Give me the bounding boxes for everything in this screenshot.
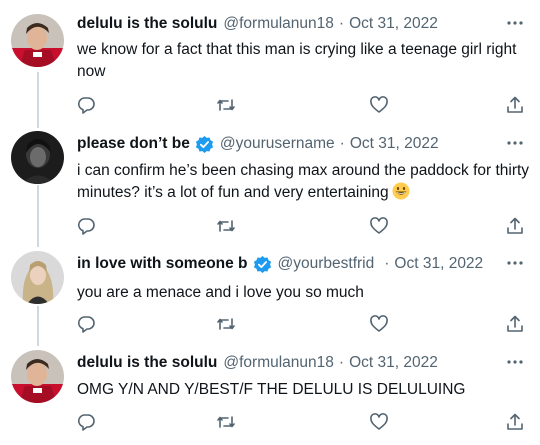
- tweet-actions: [0, 95, 540, 119]
- tweet-actions: [0, 216, 540, 240]
- user-handle[interactable]: @formulanun18: [223, 353, 334, 373]
- tweet-date[interactable]: Oct 31, 2022: [349, 14, 438, 34]
- reply-icon[interactable]: [76, 216, 96, 236]
- more-icon[interactable]: [506, 356, 524, 368]
- avatar[interactable]: [11, 14, 64, 67]
- like-icon[interactable]: [369, 412, 389, 432]
- user-handle[interactable]: @yourusername: [220, 134, 335, 154]
- retweet-icon[interactable]: [216, 314, 236, 334]
- tweet[interactable]: please don’t be @yourusername · Oct 31, …: [0, 131, 540, 246]
- share-icon[interactable]: [505, 314, 525, 334]
- grinning-face-emoji: [392, 182, 410, 200]
- user-handle[interactable]: @yourbestfrid: [278, 254, 375, 274]
- tweet-text-content: i can confirm he’s been chasing max arou…: [77, 162, 530, 201]
- share-icon[interactable]: [505, 95, 525, 115]
- tweet[interactable]: in love with someone b @yourbestfrid · O…: [0, 251, 540, 342]
- tweet-date[interactable]: Oct 31, 2022: [394, 254, 483, 274]
- more-icon[interactable]: [506, 257, 524, 269]
- avatar[interactable]: [11, 251, 64, 304]
- reply-icon[interactable]: [76, 95, 96, 115]
- retweet-icon[interactable]: [216, 95, 236, 115]
- more-icon[interactable]: [506, 17, 524, 29]
- display-name[interactable]: please don’t be: [77, 134, 190, 154]
- display-name[interactable]: delulu is the solulu: [77, 14, 217, 34]
- verified-badge-icon: [195, 135, 214, 154]
- separator: ·: [384, 255, 390, 272]
- verified-badge-icon: [253, 255, 272, 274]
- tweet-date[interactable]: Oct 31, 2022: [349, 353, 438, 373]
- tweet-text: i can confirm he’s been chasing max arou…: [77, 160, 533, 204]
- retweet-icon[interactable]: [216, 412, 236, 432]
- like-icon[interactable]: [369, 216, 389, 236]
- tweet-text: you are a menace and i love you so much: [77, 284, 364, 301]
- tweet-text: OMG Y/N AND Y/BEST/F THE DELULU IS DELUL…: [77, 381, 466, 398]
- tweet-actions: [0, 314, 540, 338]
- avatar[interactable]: [11, 131, 64, 184]
- like-icon[interactable]: [369, 314, 389, 334]
- more-icon[interactable]: [506, 137, 524, 149]
- user-handle[interactable]: @formulanun18: [223, 14, 334, 34]
- like-icon[interactable]: [369, 95, 389, 115]
- reply-icon[interactable]: [76, 412, 96, 432]
- tweet-text: we know for a fact that this man is cryi…: [77, 41, 517, 80]
- display-name[interactable]: delulu is the solulu: [77, 353, 217, 373]
- tweet[interactable]: delulu is the solulu @formulanun18 · Oct…: [0, 350, 540, 443]
- reply-icon[interactable]: [76, 314, 96, 334]
- share-icon[interactable]: [505, 216, 525, 236]
- avatar[interactable]: [11, 350, 64, 403]
- separator: ·: [338, 15, 345, 32]
- tweet-date[interactable]: Oct 31, 2022: [350, 134, 439, 154]
- separator: ·: [339, 135, 345, 152]
- display-name[interactable]: in love with someone b: [77, 254, 248, 274]
- share-icon[interactable]: [505, 412, 525, 432]
- tweet-actions: [0, 412, 540, 436]
- retweet-icon[interactable]: [216, 216, 236, 236]
- separator: ·: [338, 354, 345, 371]
- tweet[interactable]: delulu is the solulu @formulanun18 · Oct…: [0, 14, 540, 126]
